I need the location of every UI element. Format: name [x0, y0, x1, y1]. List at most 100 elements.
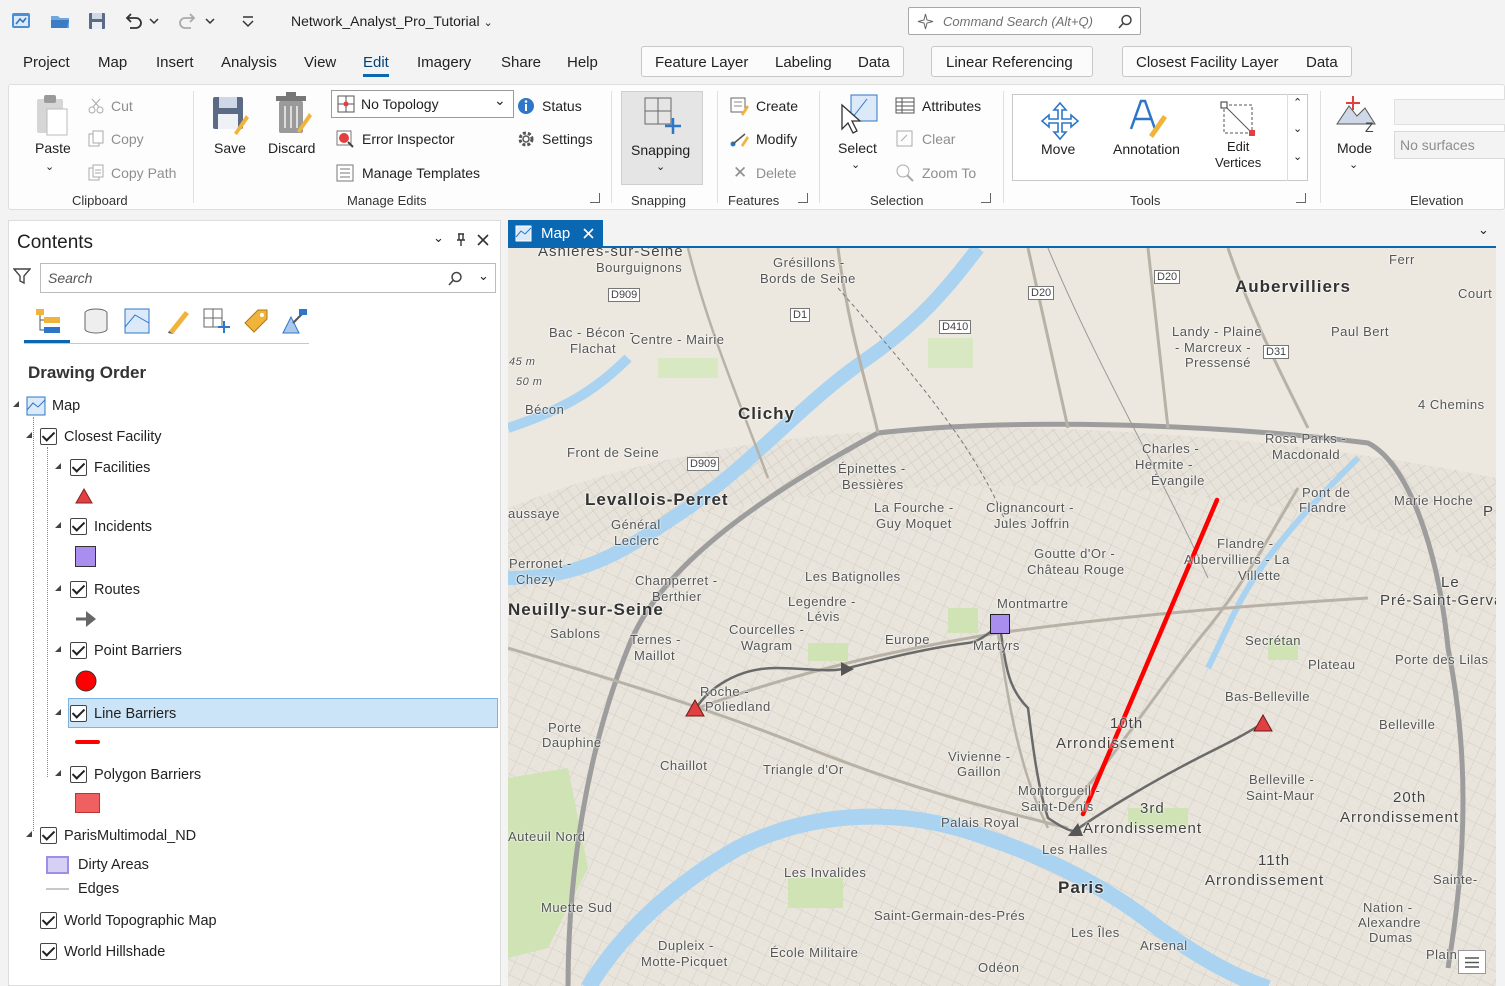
topology-dropdown[interactable]: No Topology ⌄ [331, 90, 514, 118]
layer-facilities[interactable]: Facilities [94, 460, 150, 484]
tab-analysis[interactable]: Analysis [221, 54, 277, 71]
line-barriers-checkbox[interactable] [70, 705, 87, 722]
collapse-paris-nd-icon[interactable] [26, 831, 32, 837]
list-by-labeling-icon[interactable] [242, 307, 270, 335]
tab-data-closest[interactable]: Data [1306, 54, 1338, 71]
command-search-input[interactable]: Command Search (Alt+Q) [908, 7, 1141, 35]
tools-launcher-icon[interactable] [1296, 193, 1306, 203]
facility-marker-west[interactable] [685, 699, 705, 717]
status-button[interactable]: Status [542, 98, 582, 114]
customize-toolbar-icon[interactable] [240, 10, 256, 32]
copy-path-button[interactable]: Copy Path [111, 165, 176, 181]
map-tab-overflow-icon[interactable]: ⌄ [1478, 222, 1489, 238]
tab-project[interactable]: Project [23, 54, 70, 71]
chevron-down-icon[interactable]: ⌄ [1293, 122, 1302, 135]
layer-world-hillshade[interactable]: World Hillshade [64, 944, 165, 968]
manage-edits-launcher-icon[interactable] [590, 193, 600, 203]
layer-edges[interactable]: Edges [78, 881, 119, 905]
save-project-icon[interactable] [86, 10, 108, 32]
tab-map[interactable]: Map [98, 54, 127, 71]
collapse-map-icon[interactable] [13, 401, 19, 407]
document-title[interactable]: Network_Analyst_Pro_Tutorial ⌄ [291, 13, 493, 29]
layer-paris-multimodal-nd[interactable]: ParisMultimodal_ND [64, 828, 196, 852]
list-by-snapping-icon[interactable] [202, 307, 230, 335]
layer-routes[interactable]: Routes [94, 582, 140, 606]
routes-checkbox[interactable] [70, 581, 87, 598]
pin-icon[interactable] [455, 233, 467, 247]
closest-facility-checkbox[interactable] [40, 428, 57, 445]
undo-dropdown-icon[interactable] [148, 10, 160, 32]
modify-button[interactable]: Modify [756, 131, 797, 147]
paste-button[interactable]: Paste [35, 140, 71, 156]
pane-options-icon[interactable]: ⌄ [433, 230, 444, 246]
tab-view[interactable]: View [304, 54, 336, 71]
filter-icon[interactable] [13, 267, 31, 285]
tab-closest-facility-layer[interactable]: Closest Facility Layer [1136, 54, 1279, 71]
gallery-scroll[interactable]: ⌃ ⌄ ⌄ [1287, 94, 1308, 181]
redo-icon[interactable] [177, 10, 199, 32]
clear-button[interactable]: Clear [922, 131, 955, 147]
snapping-button[interactable]: Snapping ⌄ [621, 91, 703, 185]
selection-launcher-icon[interactable] [981, 193, 991, 203]
layer-closest-facility[interactable]: Closest Facility [64, 429, 162, 453]
create-button[interactable]: Create [756, 98, 798, 114]
open-project-icon[interactable] [49, 10, 71, 32]
close-map-tab-icon[interactable] [583, 228, 594, 239]
facility-marker-east[interactable] [1253, 714, 1273, 732]
discard-button[interactable]: Discard [268, 140, 315, 156]
paste-dropdown-icon[interactable]: ⌄ [45, 160, 54, 173]
tab-insert[interactable]: Insert [156, 54, 194, 71]
tab-edit[interactable]: Edit [363, 54, 389, 77]
select-dropdown-icon[interactable]: ⌄ [851, 158, 860, 171]
zoom-to-button[interactable]: Zoom To [922, 165, 976, 181]
save-button[interactable]: Save [214, 140, 246, 156]
delete-button[interactable]: Delete [756, 165, 796, 181]
undo-icon[interactable] [122, 10, 144, 32]
world-topo-checkbox[interactable] [40, 912, 57, 929]
collapse-point-barriers-icon[interactable] [55, 646, 61, 652]
copy-button[interactable]: Copy [111, 131, 144, 147]
error-inspector-button[interactable]: Error Inspector [362, 131, 455, 147]
mode-dropdown-icon[interactable]: ⌄ [1349, 158, 1358, 171]
chevron-down-icon[interactable]: ⌄ [478, 268, 489, 284]
list-by-selection-icon[interactable] [123, 307, 151, 335]
map-canvas[interactable]: Asnières-sur-Seine Bourguignons Grésillo… [508, 246, 1496, 986]
list-by-drawing-order-icon[interactable] [34, 307, 62, 335]
collapse-closest-facility-icon[interactable] [26, 432, 32, 438]
move-button[interactable]: Move [1041, 141, 1075, 157]
point-barriers-checkbox[interactable] [70, 642, 87, 659]
incidents-checkbox[interactable] [70, 518, 87, 535]
attributes-button[interactable]: Attributes [922, 98, 981, 114]
layer-map[interactable]: Map [52, 398, 80, 422]
layer-dirty-areas[interactable]: Dirty Areas [78, 857, 149, 881]
list-by-source-icon[interactable] [82, 307, 110, 335]
select-button[interactable]: Select [838, 140, 877, 156]
close-icon[interactable] [476, 233, 490, 247]
expand-gallery-icon[interactable]: ⌄ [1293, 150, 1302, 163]
tab-labeling[interactable]: Labeling [775, 54, 832, 71]
collapse-polygon-barriers-icon[interactable] [55, 770, 61, 776]
contents-search-input[interactable]: Search ⌄ [40, 263, 496, 293]
list-by-perspective-icon[interactable] [281, 307, 309, 335]
mode-button[interactable]: Mode [1337, 140, 1372, 156]
collapse-incidents-icon[interactable] [55, 522, 61, 528]
layer-world-topographic-map[interactable]: World Topographic Map [64, 913, 217, 937]
manage-templates-button[interactable]: Manage Templates [362, 165, 480, 181]
world-hillshade-checkbox[interactable] [40, 943, 57, 960]
collapse-facilities-icon[interactable] [55, 463, 61, 469]
tab-feature-layer[interactable]: Feature Layer [655, 54, 748, 71]
layer-incidents[interactable]: Incidents [94, 519, 152, 543]
facilities-checkbox[interactable] [70, 459, 87, 476]
map-view-tab[interactable]: Map [508, 220, 603, 247]
layer-line-barriers[interactable]: Line Barriers [94, 706, 176, 730]
cut-button[interactable]: Cut [111, 98, 133, 114]
tab-help[interactable]: Help [567, 54, 598, 71]
collapse-line-barriers-icon[interactable] [55, 709, 61, 715]
tab-share[interactable]: Share [501, 54, 541, 71]
chevron-up-icon[interactable]: ⌃ [1293, 96, 1302, 109]
incident-marker[interactable] [990, 614, 1010, 634]
paris-nd-checkbox[interactable] [40, 827, 57, 844]
redo-dropdown-icon[interactable] [204, 10, 216, 32]
tab-data[interactable]: Data [858, 54, 890, 71]
layer-polygon-barriers[interactable]: Polygon Barriers [94, 767, 201, 791]
